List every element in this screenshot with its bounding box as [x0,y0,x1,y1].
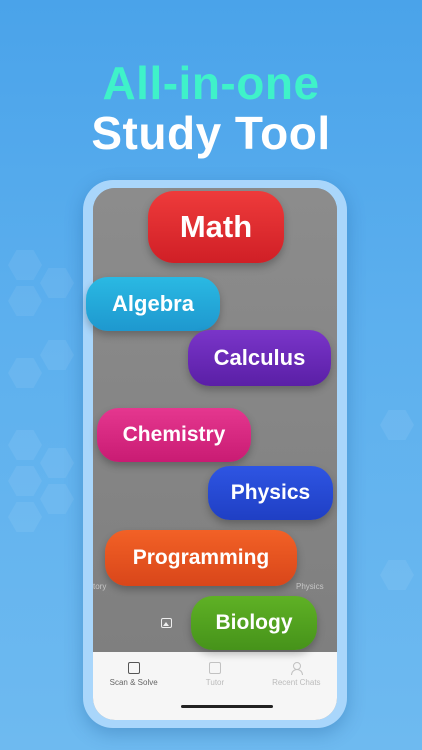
subject-pill-programming[interactable]: Programming [105,530,297,586]
headline: All-in-one Study Tool [0,58,422,158]
user-icon [290,662,304,675]
home-indicator [181,705,273,708]
headline-line1: All-in-one [102,57,320,109]
tab-tutor[interactable]: Tutor [175,662,255,720]
tab-label: Recent Chats [272,678,321,687]
subject-pill-math[interactable]: Math [148,191,284,263]
tab-recent-chats[interactable]: Recent Chats [256,662,336,720]
tab-label: Tutor [205,678,225,687]
subject-pill-algebra[interactable]: Algebra [86,277,220,331]
image-icon[interactable] [161,618,172,628]
tab-label: Scan & Solve [109,678,158,687]
subject-pill-physics[interactable]: Physics [208,466,333,520]
subject-pill-biology[interactable]: Biology [191,596,317,650]
chat-icon [208,662,221,674]
tab-scan-solve[interactable]: Scan & Solve [94,662,174,720]
subject-pill-calculus[interactable]: Calculus [188,330,331,386]
background-chip-right: Physics [296,582,324,591]
bottom-tab-bar: Scan & Solve Tutor Recent Chats [93,652,337,720]
scan-icon [127,662,140,674]
subject-pill-chemistry[interactable]: Chemistry [97,408,251,462]
background-chip-left: tory [93,582,107,591]
headline-line2: Study Tool [91,107,331,159]
